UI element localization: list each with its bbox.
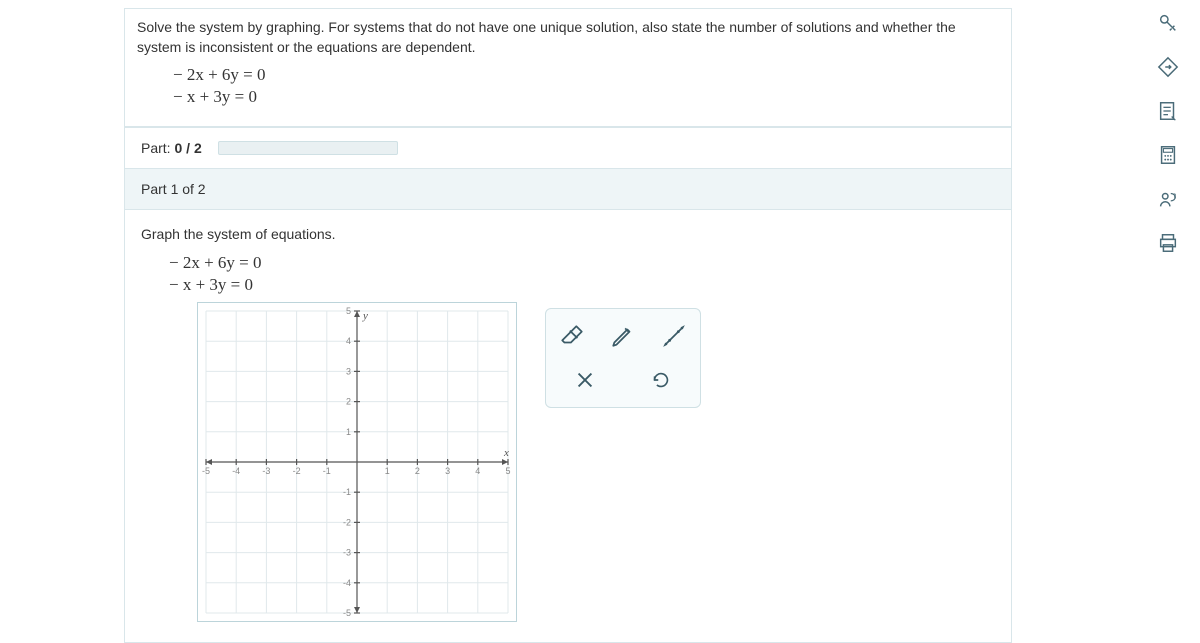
- part-instruction: Graph the system of equations.: [141, 226, 995, 242]
- svg-text:2: 2: [415, 466, 420, 476]
- svg-text:3: 3: [346, 366, 351, 376]
- svg-text:-4: -4: [232, 466, 240, 476]
- progress-total: 2: [194, 140, 202, 156]
- print-button[interactable]: [1155, 230, 1181, 256]
- svg-text:-5: -5: [202, 466, 210, 476]
- svg-text:-3: -3: [262, 466, 270, 476]
- graph-canvas[interactable]: -5 -4 -3 -2 -1 1 2 3 4 5 -5 -4 -3 -2 -1 1 2 3 4 5 x y: [197, 302, 517, 622]
- svg-text:1: 1: [346, 427, 351, 437]
- svg-text:-2: -2: [293, 466, 301, 476]
- question-prompt: Solve the system by graphing. For system…: [125, 9, 1011, 127]
- svg-text:-1: -1: [343, 487, 351, 497]
- tool-row-2: [556, 363, 690, 397]
- clear-button[interactable]: [568, 363, 602, 397]
- eraser-tool[interactable]: [556, 319, 589, 353]
- svg-text:4: 4: [346, 336, 351, 346]
- line-tool[interactable]: [657, 319, 690, 353]
- svg-text:-3: -3: [343, 548, 351, 558]
- part-equation-1: − 2x + 6y = 0: [169, 252, 995, 274]
- svg-text:5: 5: [346, 306, 351, 316]
- diamond-arrow-icon: [1157, 56, 1179, 78]
- svg-text:x: x: [503, 447, 509, 459]
- calculator-button[interactable]: [1155, 142, 1181, 168]
- notes-button[interactable]: [1155, 98, 1181, 124]
- close-icon: [574, 369, 596, 391]
- equation-block-top: − 2x + 6y = 0 − x + 3y = 0: [137, 58, 999, 116]
- tool-row-1: [556, 319, 690, 353]
- progress-bar: [218, 141, 398, 155]
- read-aloud-button[interactable]: ?: [1155, 186, 1181, 212]
- progress-prefix: Part:: [141, 140, 174, 156]
- key-icon: [1157, 12, 1179, 34]
- progress-sep: /: [182, 140, 194, 156]
- eraser-icon: [559, 323, 585, 349]
- part-header: Part 1 of 2: [124, 169, 1012, 210]
- svg-text:4: 4: [475, 466, 480, 476]
- calculator-icon: [1157, 144, 1179, 166]
- undo-icon: [650, 369, 672, 391]
- part-body: Graph the system of equations. − 2x + 6y…: [124, 210, 1012, 643]
- right-rail: ?: [1150, 10, 1186, 256]
- equation-2: − x + 3y = 0: [173, 86, 999, 108]
- notes-icon: [1157, 100, 1179, 122]
- svg-text:-2: -2: [343, 517, 351, 527]
- tool-panel: [545, 308, 701, 408]
- svg-text:-5: -5: [343, 608, 351, 618]
- pencil-tool[interactable]: [607, 319, 640, 353]
- hint-button[interactable]: [1155, 54, 1181, 80]
- person-speech-icon: ?: [1157, 188, 1179, 210]
- key-button[interactable]: [1155, 10, 1181, 36]
- pencil-icon: [610, 323, 636, 349]
- svg-text:-1: -1: [323, 466, 331, 476]
- graph-tools-row: -5 -4 -3 -2 -1 1 2 3 4 5 -5 -4 -3 -2 -1 1 2 3 4 5 x y: [141, 302, 995, 622]
- line-icon: [661, 323, 687, 349]
- svg-text:1: 1: [385, 466, 390, 476]
- svg-text:5: 5: [505, 466, 510, 476]
- part-equation-2: − x + 3y = 0: [169, 274, 995, 296]
- svg-text:y: y: [362, 310, 368, 322]
- svg-text:2: 2: [346, 397, 351, 407]
- progress-row: Part: 0 / 2: [124, 128, 1012, 169]
- svg-text:-4: -4: [343, 578, 351, 588]
- svg-text:3: 3: [445, 466, 450, 476]
- svg-text:?: ?: [1173, 193, 1177, 200]
- equation-block-part: − 2x + 6y = 0 − x + 3y = 0: [141, 252, 995, 302]
- graph-svg[interactable]: -5 -4 -3 -2 -1 1 2 3 4 5 -5 -4 -3 -2 -1 1 2 3 4 5 x y: [198, 303, 516, 621]
- undo-button[interactable]: [644, 363, 678, 397]
- prompt-text: Solve the system by graphing. For system…: [137, 19, 956, 55]
- print-icon: [1157, 232, 1179, 254]
- question-block: Solve the system by graphing. For system…: [124, 8, 1012, 128]
- equation-1: − 2x + 6y = 0: [173, 64, 999, 86]
- progress-label: Part: 0 / 2: [141, 140, 202, 156]
- main-content: Solve the system by graphing. For system…: [124, 8, 1012, 643]
